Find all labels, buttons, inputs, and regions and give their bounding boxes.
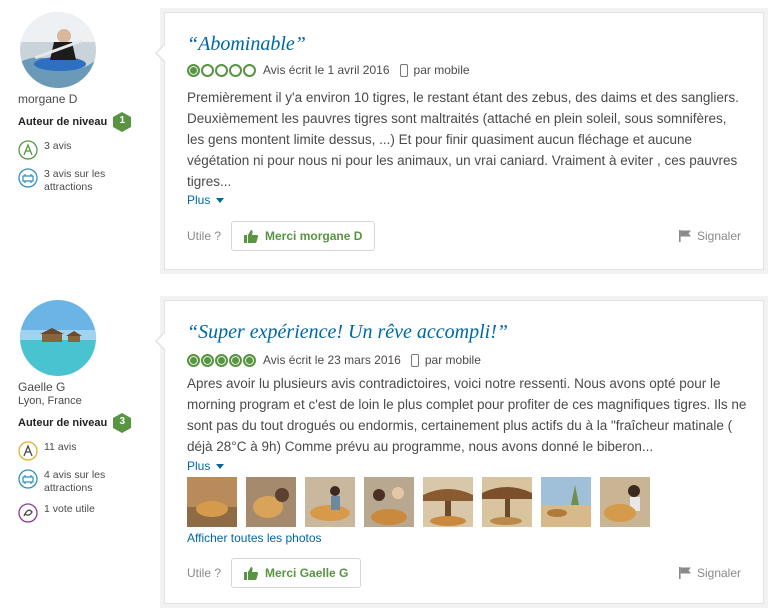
mobile-icon bbox=[399, 63, 408, 77]
thumbs-up-icon bbox=[244, 566, 259, 580]
stat-attractions-text: 4 avis sur les attractions bbox=[44, 469, 106, 494]
review-photo[interactable] bbox=[246, 477, 296, 527]
review-card: “Super expérience! Un rêve accompli!” Av… bbox=[155, 300, 764, 604]
review-photo[interactable] bbox=[600, 477, 650, 527]
rating-bubble-icon bbox=[201, 353, 214, 367]
rating-bubble-icon bbox=[229, 63, 242, 77]
rating-bubble-icon bbox=[201, 63, 214, 77]
review-text: Apres avoir lu plusieurs avis contradict… bbox=[187, 376, 747, 454]
report-label: Signaler bbox=[696, 566, 741, 580]
review-via: par mobile bbox=[424, 353, 481, 367]
rating-bubble-icon bbox=[187, 353, 200, 367]
stat-attractions: 3 avis sur les attractions bbox=[18, 168, 148, 194]
review-footer: Utile ? Merci Gaelle G Signaler bbox=[187, 558, 741, 588]
member-name[interactable]: Gaelle G bbox=[18, 380, 148, 394]
review-date: Avis écrit le 23 mars 2016 bbox=[263, 353, 401, 367]
member-name[interactable]: morgane D bbox=[18, 92, 148, 106]
helpful-vote-icon bbox=[18, 503, 38, 523]
flag-icon bbox=[678, 567, 691, 579]
stat-helpful-votes-text: 1 vote utile bbox=[44, 503, 95, 515]
report-label: Signaler bbox=[696, 229, 741, 243]
avatar[interactable] bbox=[20, 300, 96, 376]
review-via: par mobile bbox=[413, 63, 470, 77]
reviews-icon bbox=[18, 441, 38, 461]
report-link[interactable]: Signaler bbox=[678, 566, 741, 580]
stat-reviews: 3 avis bbox=[18, 140, 148, 160]
review-photo[interactable] bbox=[305, 477, 355, 527]
thanks-label: Merci morgane D bbox=[265, 229, 363, 243]
review-photo[interactable] bbox=[482, 477, 532, 527]
review-photo[interactable] bbox=[541, 477, 591, 527]
chevron-down-icon bbox=[216, 197, 225, 203]
more-link[interactable]: Plus bbox=[187, 459, 225, 473]
level-badge: 1 bbox=[113, 112, 132, 132]
rating-bubble-icon bbox=[243, 353, 256, 367]
rating-bubble-icon bbox=[229, 353, 242, 367]
rating-bubble-icon bbox=[215, 353, 228, 367]
review-date: Avis écrit le 1 avril 2016 bbox=[263, 63, 390, 77]
stat-reviews-text: 11 avis bbox=[44, 441, 77, 453]
thanks-button[interactable]: Merci Gaelle G bbox=[231, 558, 362, 588]
member-info: morgane D Auteur de niveau 1 3 avis 3 av… bbox=[18, 12, 148, 194]
more-label: Plus bbox=[187, 459, 211, 473]
member-location: Lyon, France bbox=[18, 395, 82, 407]
review-photo[interactable] bbox=[187, 477, 237, 527]
level-number: 3 bbox=[119, 416, 126, 427]
review-title[interactable]: “Abominable” bbox=[187, 33, 306, 56]
rating-bubble-icon bbox=[215, 63, 228, 77]
author-level-label: Auteur de niveau bbox=[18, 116, 108, 128]
reviews-icon bbox=[18, 140, 38, 160]
more-link[interactable]: Plus bbox=[187, 193, 225, 207]
stat-reviews: 11 avis bbox=[18, 441, 148, 461]
more-label: Plus bbox=[187, 193, 211, 207]
stat-reviews-text: 3 avis bbox=[44, 140, 72, 152]
level-badge: 3 bbox=[113, 413, 132, 433]
mobile-icon bbox=[410, 353, 419, 367]
author-level-label: Auteur de niveau bbox=[18, 417, 108, 429]
rating-bubble-icon bbox=[243, 63, 256, 77]
bubble-rating bbox=[187, 353, 257, 367]
useful-label: Utile ? bbox=[187, 566, 222, 580]
review-item: morgane D Auteur de niveau 1 3 avis 3 av… bbox=[0, 0, 778, 282]
attraction-icon bbox=[18, 168, 38, 188]
thanks-label: Merci Gaelle G bbox=[265, 566, 349, 580]
stat-attractions: 4 avis sur les attractions bbox=[18, 469, 148, 495]
thumbs-up-icon bbox=[244, 229, 259, 243]
member-info: Gaelle G Lyon, France Auteur de niveau 3… bbox=[18, 300, 148, 523]
review-meta: Avis écrit le 23 mars 2016 par mobile bbox=[187, 353, 481, 367]
show-all-photos-link[interactable]: Afficher toutes les photos bbox=[187, 531, 322, 545]
review-footer: Utile ? Merci morgane D Signaler bbox=[187, 221, 741, 251]
report-link[interactable]: Signaler bbox=[678, 229, 741, 243]
author-level: Auteur de niveau 3 bbox=[18, 413, 148, 433]
useful-label: Utile ? bbox=[187, 229, 222, 243]
rating-bubble-icon bbox=[187, 63, 200, 77]
bubble-rating bbox=[187, 63, 257, 77]
review-card: “Abominable” Avis écrit le 1 avril 2016 … bbox=[155, 12, 764, 270]
stat-helpful-votes: 1 vote utile bbox=[18, 503, 148, 523]
thanks-button[interactable]: Merci morgane D bbox=[231, 221, 376, 251]
stat-attractions-text: 3 avis sur les attractions bbox=[44, 168, 106, 193]
review-meta: Avis écrit le 1 avril 2016 par mobile bbox=[187, 63, 470, 77]
review-photos bbox=[187, 477, 659, 527]
review-text: Premièrement il y'a environ 10 tigres, l… bbox=[187, 90, 739, 189]
attraction-icon bbox=[18, 469, 38, 489]
chevron-down-icon bbox=[216, 463, 225, 469]
flag-icon bbox=[678, 230, 691, 242]
avatar[interactable] bbox=[20, 12, 96, 88]
level-number: 1 bbox=[119, 115, 126, 126]
review-item: Gaelle G Lyon, France Auteur de niveau 3… bbox=[0, 288, 778, 616]
review-photo[interactable] bbox=[364, 477, 414, 527]
review-title[interactable]: “Super expérience! Un rêve accompli!” bbox=[187, 321, 508, 344]
author-level: Auteur de niveau 1 bbox=[18, 112, 148, 132]
review-photo[interactable] bbox=[423, 477, 473, 527]
